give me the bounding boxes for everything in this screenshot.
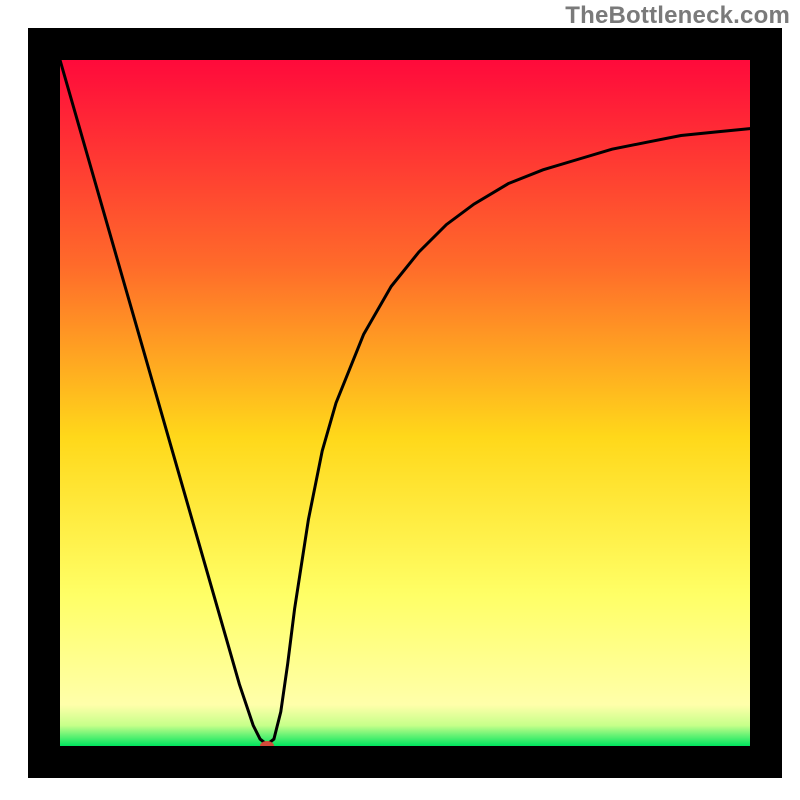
attribution-label: TheBottleneck.com — [565, 2, 790, 30]
gradient-background — [60, 60, 750, 746]
bottleneck-chart — [0, 0, 800, 800]
